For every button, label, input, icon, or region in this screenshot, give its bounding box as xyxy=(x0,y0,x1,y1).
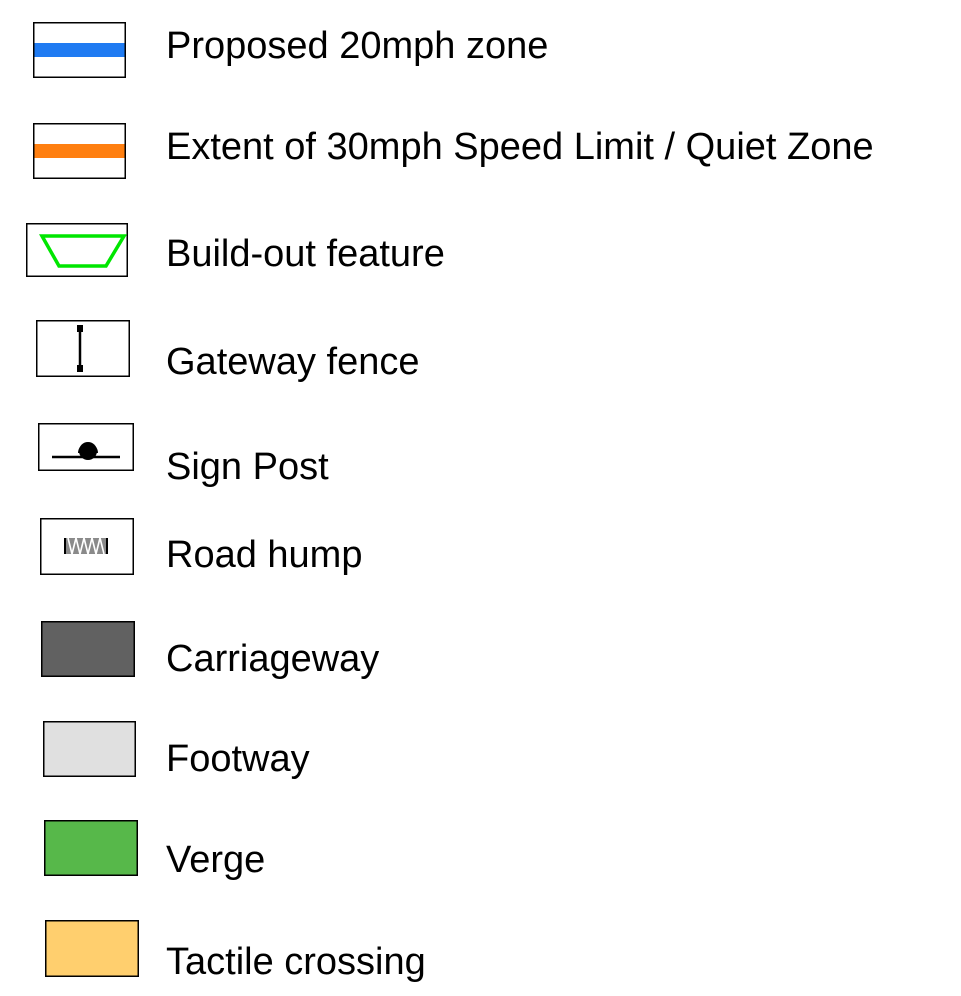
legend-label: Verge xyxy=(166,839,266,881)
legend-label: Sign Post xyxy=(166,446,329,488)
legend-item-road-hump: Road hump xyxy=(0,516,961,596)
legend-label: Gateway fence xyxy=(166,341,420,383)
gateway-fence-swatch-icon xyxy=(36,320,130,377)
road-hump-swatch-icon xyxy=(40,518,134,575)
legend-item-sign-post: Sign Post xyxy=(0,413,961,493)
footway-swatch-icon xyxy=(43,721,136,777)
legend-item-carriageway: Carriageway xyxy=(0,616,961,696)
legend-label: Carriageway xyxy=(166,638,380,680)
legend-label: Build-out feature xyxy=(166,233,445,275)
blue-line-swatch-icon xyxy=(33,22,126,78)
tactile-crossing-swatch-icon xyxy=(45,920,139,977)
orange-line-swatch-icon xyxy=(33,123,126,179)
legend-item-build-out-feature: Build-out feature xyxy=(0,206,961,286)
sign-post-swatch-icon xyxy=(38,423,134,471)
verge-swatch-icon xyxy=(44,820,138,876)
carriageway-swatch-icon xyxy=(41,621,135,677)
legend-item-footway: Footway xyxy=(0,716,961,796)
legend-label: Road hump xyxy=(166,534,363,576)
green-trapezoid-swatch-icon xyxy=(26,223,128,277)
legend-item-gateway-fence: Gateway fence xyxy=(0,310,961,390)
legend-label: Extent of 30mph Speed Limit / Quiet Zone xyxy=(166,126,874,168)
legend-label: Footway xyxy=(166,738,310,780)
legend-item-tactile-crossing: Tactile crossing xyxy=(0,916,961,996)
legend-item-verge: Verge xyxy=(0,816,961,896)
legend-label: Tactile crossing xyxy=(166,941,426,983)
legend-item-proposed-20mph-zone: Proposed 20mph zone xyxy=(0,0,961,80)
legend-item-30mph-extent: Extent of 30mph Speed Limit / Quiet Zone xyxy=(0,103,961,183)
legend-label: Proposed 20mph zone xyxy=(166,25,549,67)
